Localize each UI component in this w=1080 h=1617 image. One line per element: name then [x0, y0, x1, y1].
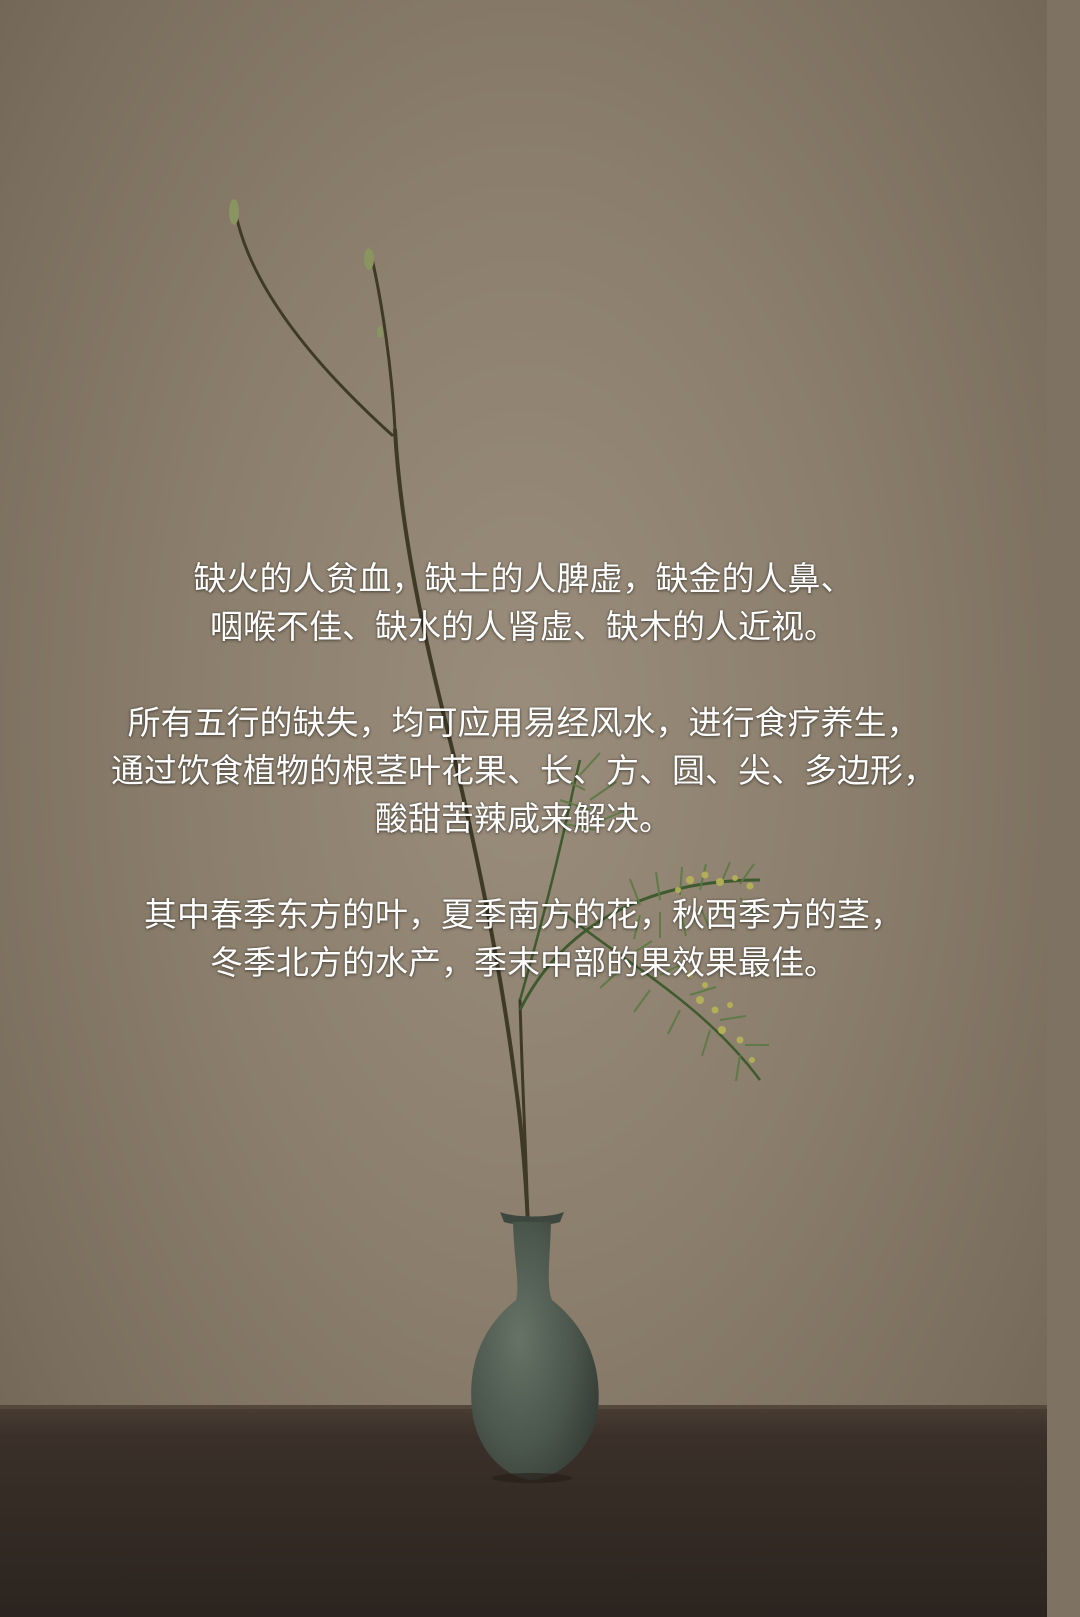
paragraph-1-line-1: 缺火的人贫血，缺土的人脾虚，缺金的人鼻、 [193, 559, 854, 598]
paragraph-3-line-2: 冬季北方的水产，季末中部的果效果最佳。 [210, 943, 837, 982]
vase [471, 1212, 599, 1483]
photo-background: 缺火的人贫血，缺土的人脾虚，缺金的人鼻、 咽喉不佳、缺水的人肾虚、缺木的人近视。… [0, 0, 1047, 1617]
paragraph-3: 其中春季东方的叶，夏季南方的花，秋西季方的茎， 冬季北方的水产，季末中部的果效果… [0, 891, 1047, 987]
paragraph-3-line-1: 其中春季东方的叶，夏季南方的花，秋西季方的茎， [144, 895, 903, 934]
overlay-text: 缺火的人贫血，缺土的人脾虚，缺金的人鼻、 咽喉不佳、缺水的人肾虚、缺木的人近视。… [0, 555, 1047, 987]
paragraph-2-line-1: 所有五行的缺失，均可应用易经风水，进行食疗养生， [127, 703, 920, 742]
paragraph-2-line-2: 通过饮食植物的根茎叶花果、长、方、圆、尖、多边形， [111, 751, 936, 790]
paragraph-1: 缺火的人贫血，缺土的人脾虚，缺金的人鼻、 咽喉不佳、缺水的人肾虚、缺木的人近视。 [0, 555, 1047, 651]
paragraph-1-line-2: 咽喉不佳、缺水的人肾虚、缺木的人近视。 [210, 607, 837, 646]
paragraph-2: 所有五行的缺失，均可应用易经风水，进行食疗养生， 通过饮食植物的根茎叶花果、长、… [0, 699, 1047, 843]
paragraph-2-line-3: 酸甜苦辣咸来解决。 [375, 799, 672, 838]
